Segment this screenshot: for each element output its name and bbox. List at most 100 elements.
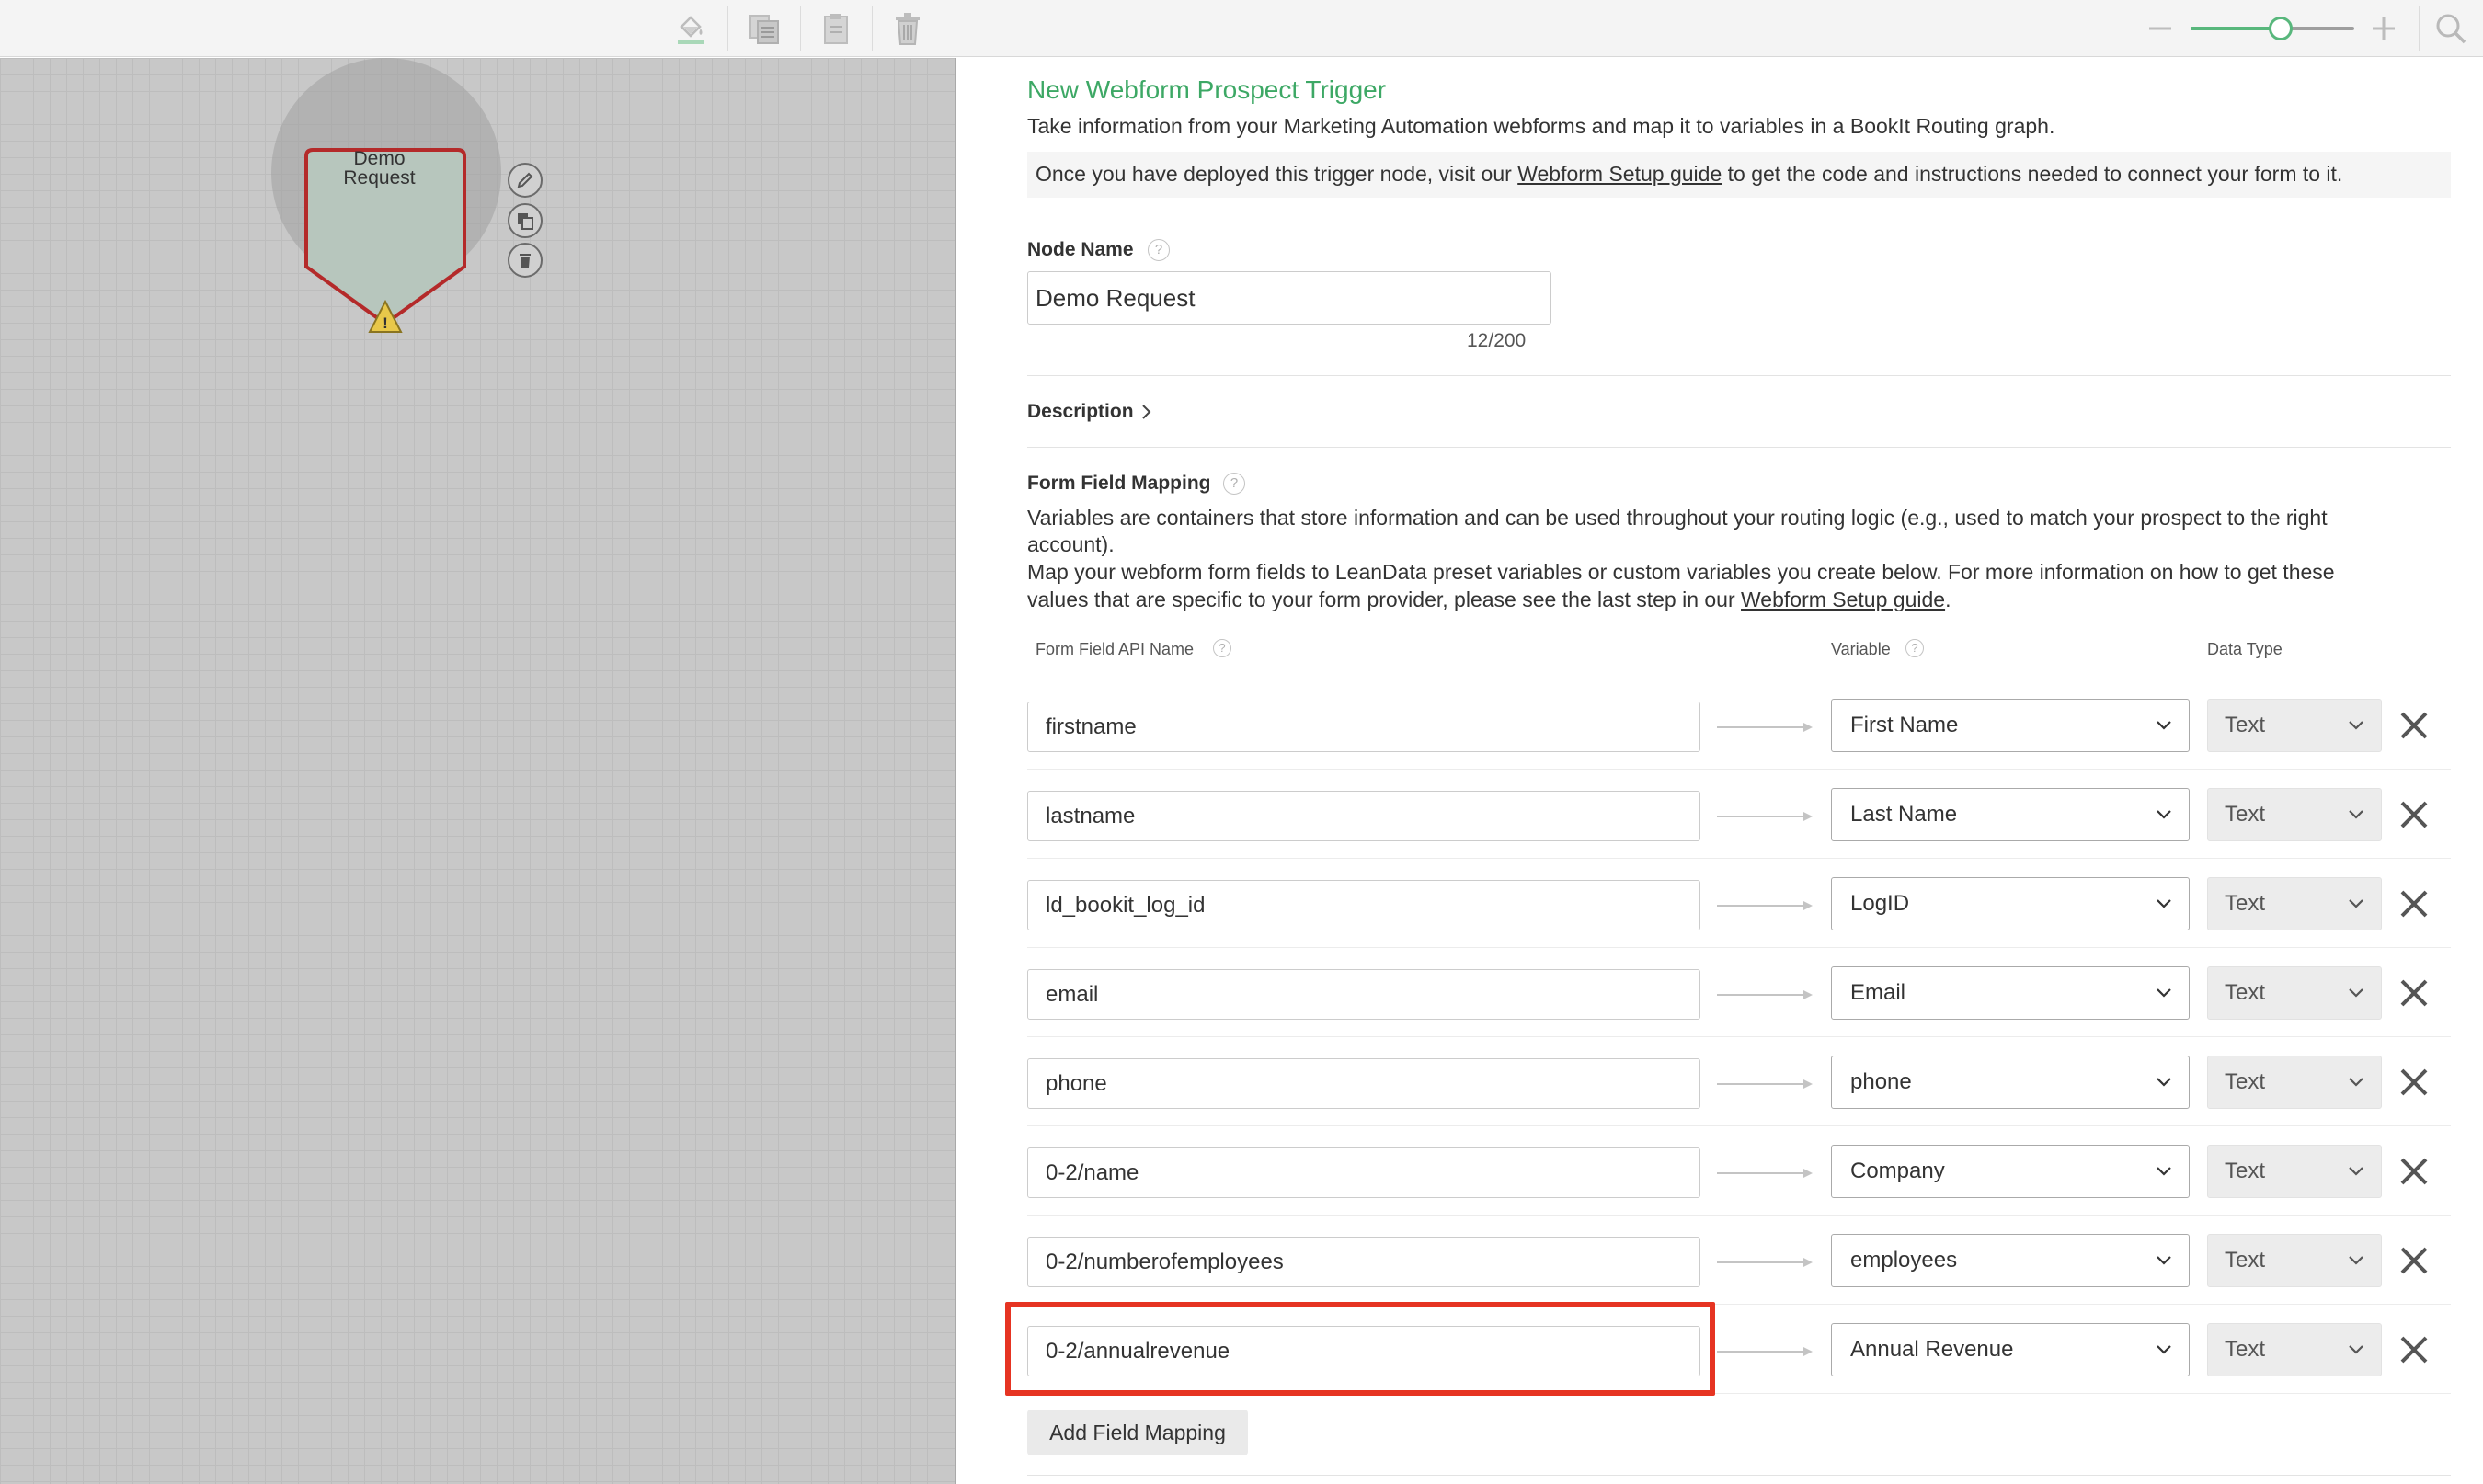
chevron-down-icon	[2349, 1345, 2363, 1354]
variable-select[interactable]: employees	[1831, 1234, 2190, 1287]
chevron-down-icon	[2349, 1078, 2363, 1087]
delete-icon[interactable]	[508, 243, 543, 278]
row-divider	[1027, 1036, 2451, 1037]
mapping-description: account).	[1027, 532, 1115, 556]
mapping-description: Variables are containers that store info…	[1027, 506, 2328, 530]
copy-icon[interactable]	[508, 203, 543, 238]
data-type-select[interactable]: Text	[2207, 699, 2382, 752]
variable-select[interactable]: Last Name	[1831, 788, 2190, 841]
chevron-down-icon	[2157, 810, 2171, 819]
zoom-slider-handle[interactable]	[2268, 17, 2293, 40]
chevron-down-icon	[2157, 988, 2171, 998]
data-type-select[interactable]: Text	[2207, 1056, 2382, 1109]
variable-select[interactable]: Annual Revenue	[1831, 1323, 2190, 1376]
data-type-select-value: Text	[2225, 713, 2266, 737]
mapping-arrow-icon	[1717, 1347, 1813, 1356]
variable-select[interactable]: LogID	[1831, 877, 2190, 930]
help-icon[interactable]: ?	[1223, 473, 1245, 495]
mapping-arrow-icon	[1717, 1258, 1813, 1267]
svg-text:!: !	[383, 314, 388, 332]
add-field-mapping-button[interactable]: Add Field Mapping	[1027, 1410, 1248, 1455]
node-label-line: Demo	[353, 148, 406, 169]
column-header-data-type: Data Type	[2207, 640, 2283, 658]
form-field-api-name-input[interactable]: lastname	[1027, 791, 1700, 841]
trigger-node-shape[interactable]: !	[299, 101, 474, 340]
zoom-slider-fill	[2191, 27, 2281, 30]
help-icon[interactable]: ?	[1213, 639, 1231, 657]
chevron-down-icon	[2157, 1256, 2171, 1265]
data-type-select[interactable]: Text	[2207, 1234, 2382, 1287]
webform-setup-guide-link[interactable]: Webform Setup guide	[1741, 588, 1945, 611]
remove-mapping-icon[interactable]	[2397, 976, 2431, 1010]
variable-select-value: First Name	[1850, 713, 1959, 737]
webform-setup-guide-link[interactable]: Webform Setup guide	[1517, 162, 1722, 186]
form-field-api-name-input[interactable]: firstname	[1027, 702, 1700, 752]
mapping-description: Map your webform form fields to LeanData…	[1027, 560, 2335, 584]
variable-select-value: employees	[1850, 1248, 1958, 1273]
remove-mapping-icon[interactable]	[2397, 1066, 2431, 1099]
data-type-select[interactable]: Text	[2207, 877, 2382, 930]
data-type-select-value: Text	[2225, 891, 2266, 916]
variable-select[interactable]: phone	[1831, 1056, 2190, 1109]
chevron-down-icon	[2157, 1167, 2171, 1176]
data-type-select-value: Text	[2225, 1069, 2266, 1094]
variable-select-value: LogID	[1850, 891, 1910, 916]
variable-select-value: phone	[1850, 1069, 1912, 1094]
edit-icon[interactable]	[508, 163, 543, 198]
paint-bucket-icon[interactable]	[669, 7, 713, 50]
form-field-api-name-input[interactable]: 0-2/numberofemployees	[1027, 1237, 1700, 1287]
copy-icon[interactable]	[742, 7, 786, 50]
data-type-select-value: Text	[2225, 1337, 2266, 1362]
remove-mapping-icon[interactable]	[2397, 798, 2431, 831]
chevron-down-icon	[2349, 1167, 2363, 1176]
highlight-box	[1005, 1302, 1715, 1396]
data-type-select[interactable]: Text	[2207, 966, 2382, 1020]
info-text-before: Once you have deployed this trigger node…	[1036, 162, 1518, 186]
data-type-select[interactable]: Text	[2207, 1145, 2382, 1198]
help-icon[interactable]: ?	[1148, 239, 1170, 261]
row-divider	[1027, 947, 2451, 948]
variable-select[interactable]: First Name	[1831, 699, 2190, 752]
mapping-description: values that are specific to your form pr…	[1027, 586, 1951, 613]
graph-canvas[interactable]	[0, 58, 956, 1484]
description-label: Description	[1027, 401, 1134, 422]
variable-select-value: Annual Revenue	[1850, 1337, 2014, 1362]
chevron-down-icon	[2349, 899, 2363, 908]
chevron-right-icon	[1142, 405, 1151, 419]
mapping-arrow-icon	[1717, 1169, 1813, 1178]
form-field-api-name-input[interactable]: phone	[1027, 1058, 1700, 1109]
form-field-api-name-input[interactable]: email	[1027, 969, 1700, 1020]
row-divider	[1027, 858, 2451, 859]
row-divider	[1027, 769, 2451, 770]
data-type-select-value: Text	[2225, 1248, 2266, 1273]
data-type-select[interactable]: Text	[2207, 1323, 2382, 1376]
variable-select[interactable]: Email	[1831, 966, 2190, 1020]
mapping-arrow-icon	[1717, 723, 1813, 732]
remove-mapping-icon[interactable]	[2397, 1244, 2431, 1277]
trash-icon[interactable]	[886, 7, 930, 50]
remove-mapping-icon[interactable]	[2397, 1333, 2431, 1366]
form-field-api-name-input[interactable]: ld_bookit_log_id	[1027, 880, 1700, 930]
data-type-select-value: Text	[2225, 1159, 2266, 1183]
zoom-in-icon[interactable]	[2362, 7, 2406, 50]
zoom-out-icon[interactable]	[2138, 7, 2182, 50]
help-icon[interactable]: ?	[1905, 639, 1924, 657]
chevron-down-icon	[2157, 1078, 2171, 1087]
node-name-input[interactable]: Demo Request	[1027, 271, 1551, 325]
panel-subtitle: Take information from your Marketing Aut…	[1027, 114, 2055, 138]
mapping-arrow-icon	[1717, 901, 1813, 910]
mapping-arrow-icon	[1717, 1079, 1813, 1089]
form-field-api-name-input[interactable]: 0-2/name	[1027, 1147, 1700, 1198]
variable-select[interactable]: Company	[1831, 1145, 2190, 1198]
search-icon[interactable]	[2429, 7, 2473, 50]
panel-title: New Webform Prospect Trigger	[1027, 75, 1387, 104]
remove-mapping-icon[interactable]	[2397, 887, 2431, 920]
remove-mapping-icon[interactable]	[2397, 709, 2431, 742]
mapping-arrow-icon	[1717, 812, 1813, 821]
node-label: Demo Request	[303, 149, 455, 188]
form-field-mapping-label: Form Field Mapping	[1027, 473, 1211, 494]
chevron-down-icon	[2349, 988, 2363, 998]
paste-icon[interactable]	[814, 7, 858, 50]
data-type-select[interactable]: Text	[2207, 788, 2382, 841]
remove-mapping-icon[interactable]	[2397, 1155, 2431, 1188]
